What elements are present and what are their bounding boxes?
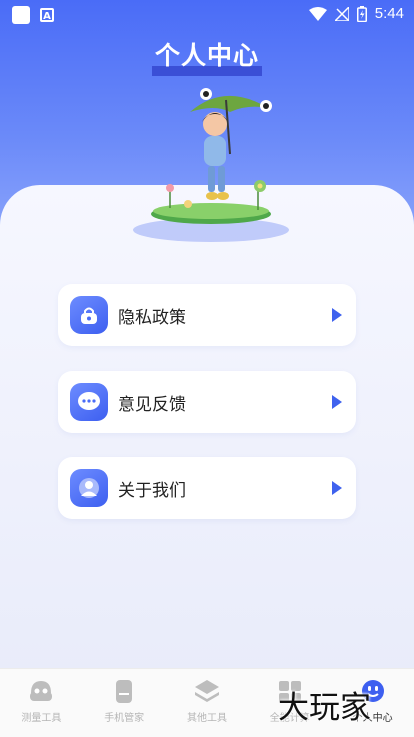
chat-bubble-icon — [70, 383, 108, 421]
notification-square-icon — [12, 6, 30, 24]
person-icon — [70, 469, 108, 507]
no-signal-icon — [334, 6, 349, 21]
app-notification-icon: A — [40, 8, 54, 22]
menu-item-label: 关于我们 — [118, 480, 186, 501]
page-title: 个人中心 — [154, 41, 259, 70]
tab-measure-tools[interactable]: 测量工具 — [0, 669, 83, 737]
tab-label: 测量工具 — [21, 713, 62, 724]
tab-label: 其他工具 — [186, 713, 227, 724]
lock-bag-icon — [70, 296, 108, 334]
phone-icon — [110, 677, 138, 705]
watermark: 大玩家 — [278, 690, 371, 726]
battery-icon — [356, 5, 367, 22]
menu-item-label: 意见反馈 — [118, 394, 186, 415]
tab-label: 手机管家 — [104, 713, 145, 724]
wifi-icon — [308, 6, 327, 21]
girl-umbrella-illustration — [133, 88, 289, 242]
robot-icon — [27, 677, 55, 705]
chevron-right-icon — [332, 308, 342, 322]
clock: 5:44 — [374, 5, 404, 22]
layers-icon — [193, 677, 221, 705]
menu-item-privacy-policy[interactable]: 隐私政策 — [58, 284, 356, 346]
status-bar: A 5:44 — [0, 0, 414, 30]
tab-phone-manager[interactable]: 手机管家 — [83, 669, 166, 737]
menu-item-feedback[interactable]: 意见反馈 — [58, 371, 356, 433]
chevron-right-icon — [332, 395, 342, 409]
menu-item-label: 隐私政策 — [118, 307, 186, 328]
tab-other-tools[interactable]: 其他工具 — [166, 669, 249, 737]
menu-item-about-us[interactable]: 关于我们 — [58, 457, 356, 519]
chevron-right-icon — [332, 481, 342, 495]
